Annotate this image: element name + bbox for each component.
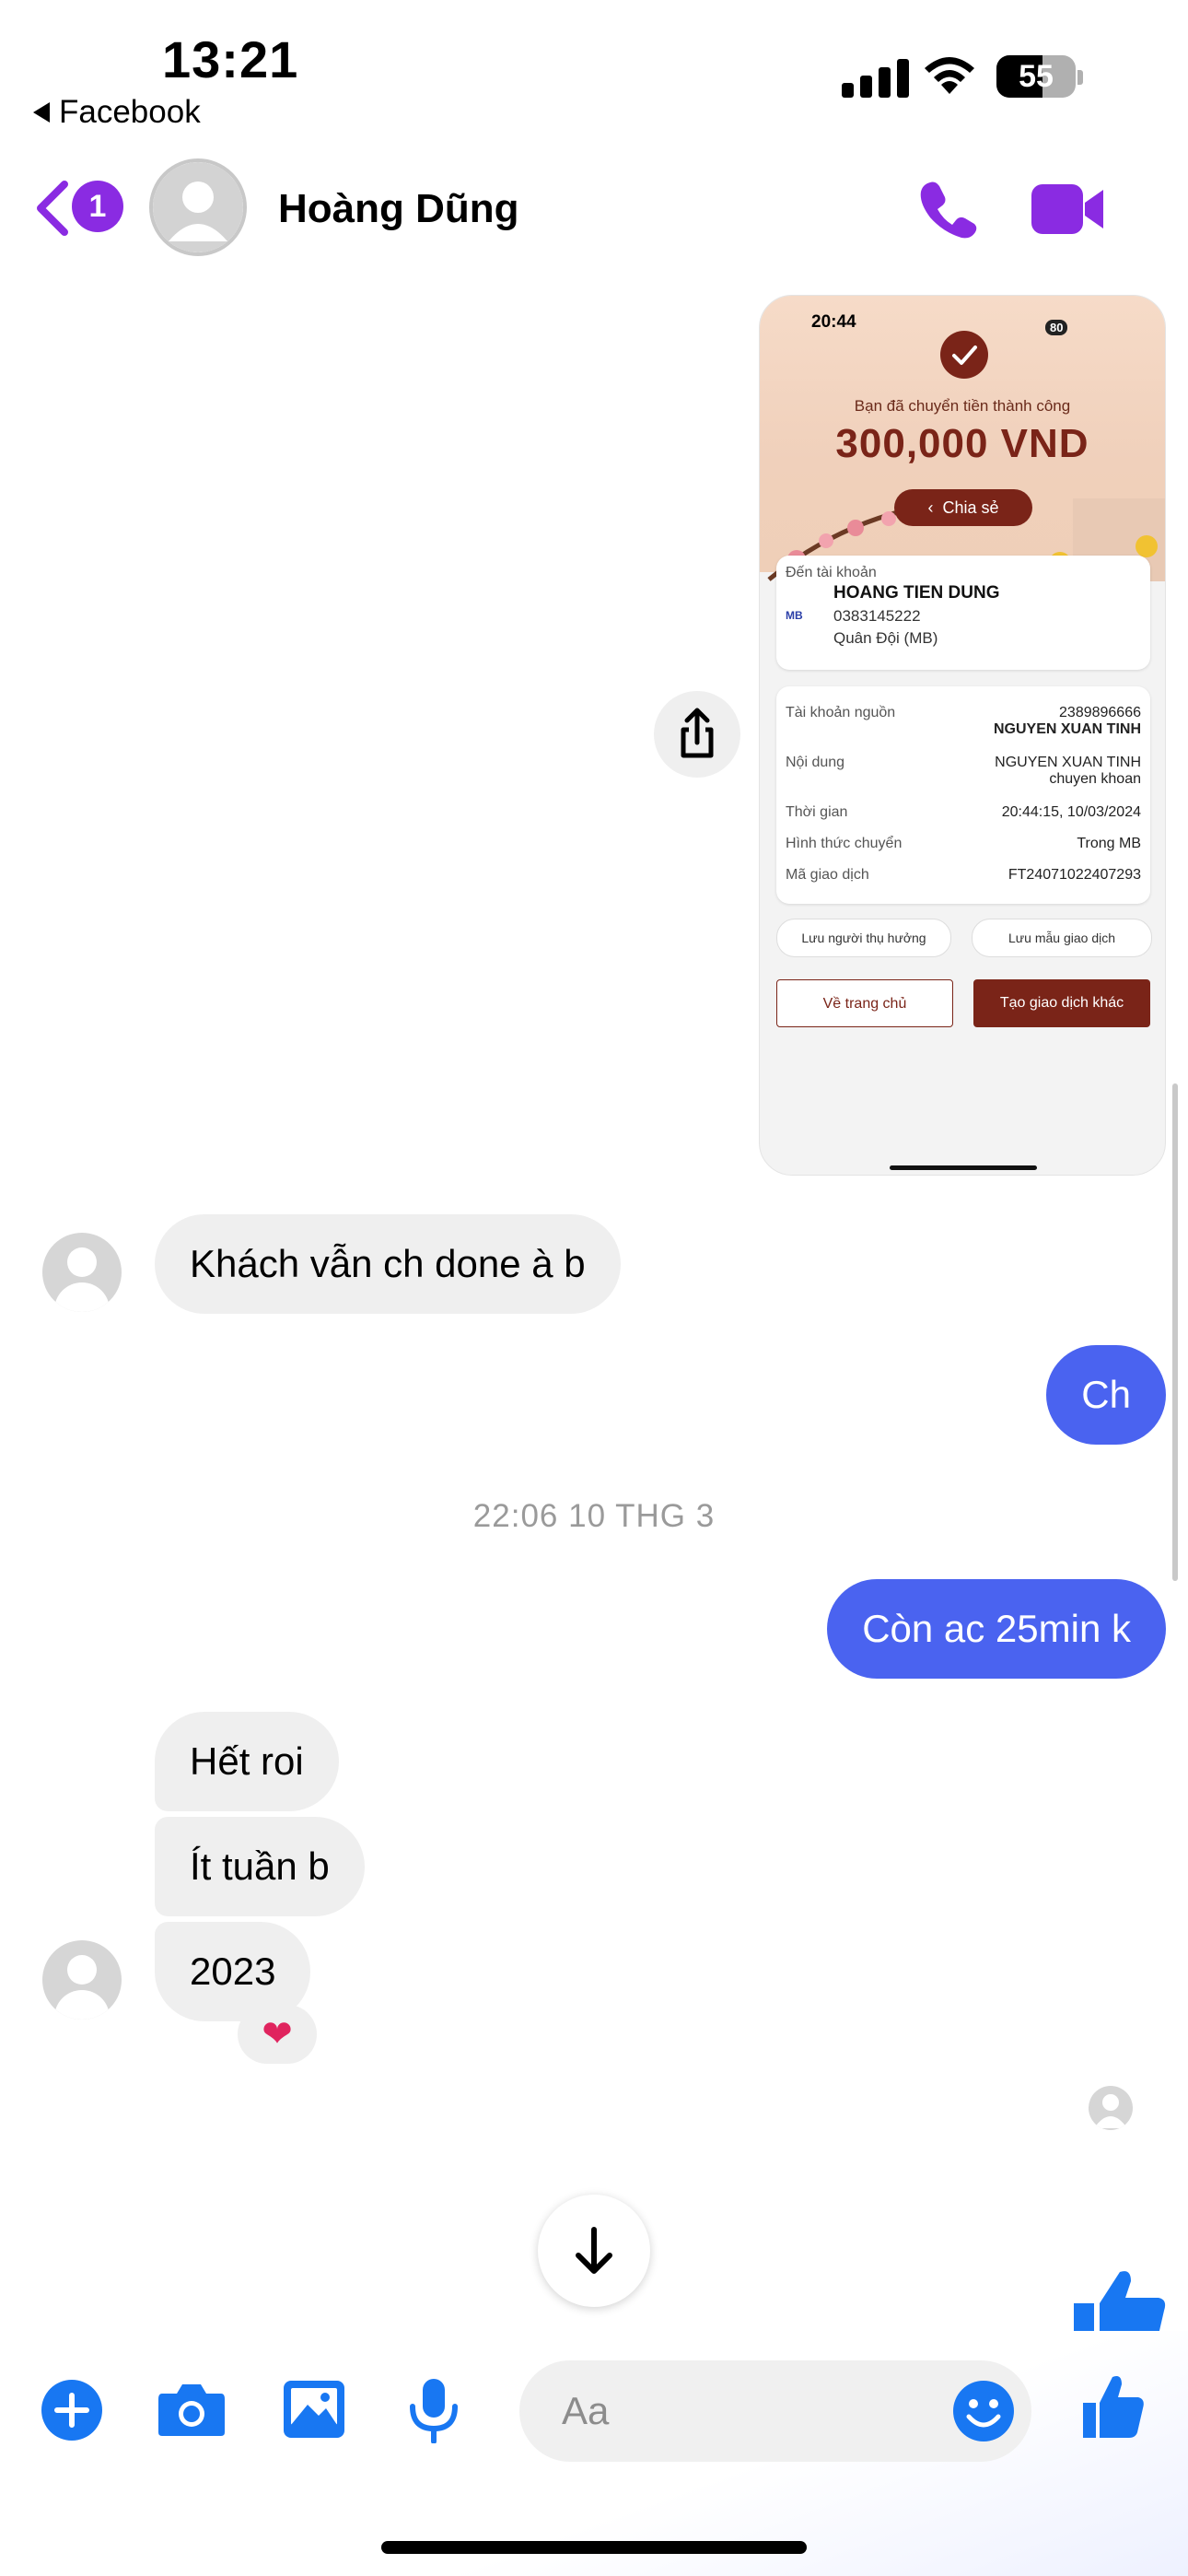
microphone-icon[interactable]	[407, 2377, 460, 2443]
share-icon	[681, 708, 714, 758]
contact-message-avatar[interactable]	[42, 1233, 122, 1312]
receipt-amount: 300,000 VND	[835, 421, 1089, 466]
floating-thumbs-up-icon	[1074, 2271, 1166, 2335]
detail-row: Hình thức chuyển Trong MB	[786, 836, 1141, 851]
receipt-time: 20:44	[811, 312, 856, 332]
mb-bank-logo: MB	[786, 609, 803, 622]
recipient-name: HOANG TIEN DUNG	[833, 583, 1000, 603]
heart-reaction-icon[interactable]: ❤	[238, 2005, 317, 2064]
recipient-account: 0383145222	[833, 607, 921, 625]
default-avatar-icon	[153, 162, 243, 252]
recipient-bank: Quân Đội (MB)	[833, 629, 938, 647]
shared-image-message[interactable]: 20:44 80 Bạn đã chuyển tiền thành công 3…	[759, 295, 1166, 1176]
back-chevron-icon[interactable]	[33, 181, 70, 236]
scroll-to-bottom-button[interactable]	[538, 2195, 650, 2307]
save-template-pill: Lưu mẫu giao dịch	[972, 919, 1152, 957]
contact-avatar[interactable]	[149, 158, 247, 256]
detail-row: Tài khoản nguồn 2389896666 NGUYEN XUAN TI…	[786, 705, 1141, 737]
transaction-details-card: Tài khoản nguồn 2389896666 NGUYEN XUAN TI…	[776, 686, 1150, 904]
detail-row: Nội dung NGUYEN XUAN TINH chuyen khoan	[786, 755, 1141, 787]
receipt-home-indicator	[890, 1165, 1037, 1170]
home-indicator	[381, 2541, 807, 2554]
share-image-button[interactable]	[654, 691, 740, 778]
wifi-icon	[925, 57, 974, 94]
gallery-icon[interactable]	[282, 2379, 346, 2440]
scrollbar[interactable]	[1172, 1083, 1178, 1581]
receipt-share-button: ‹ Chia sẻ	[894, 489, 1032, 526]
battery-cap	[1077, 70, 1083, 85]
outgoing-message-bubble[interactable]: Ch	[1046, 1345, 1166, 1445]
to-account-label: Đến tài khoản	[786, 565, 877, 580]
incoming-message-bubble[interactable]: Hết roi	[155, 1712, 339, 1811]
status-time: 13:21	[162, 30, 299, 88]
message-timestamp: 22:06 10 THG 3	[472, 1498, 716, 1534]
incoming-message-bubble[interactable]: Khách vẫn ch done à b	[155, 1214, 621, 1314]
success-check-icon	[940, 331, 988, 379]
new-transaction-button: Tạo giao dịch khác	[973, 979, 1150, 1027]
incoming-message-bubble[interactable]: Ít tuần b	[155, 1817, 365, 1916]
back-to-app-link[interactable]: Facebook	[33, 94, 201, 131]
thumbs-up-icon[interactable]	[1079, 2373, 1146, 2440]
detail-row: Mã giao dịch FT24071022407293	[786, 867, 1141, 883]
battery-level: 55	[1019, 59, 1054, 94]
detail-row: Thời gian 20:44:15, 10/03/2024	[786, 804, 1141, 820]
contact-message-avatar[interactable]	[42, 1940, 122, 2020]
seen-receipt-avatar	[1089, 2086, 1133, 2130]
contact-name[interactable]: Hoàng Dũng	[278, 186, 519, 232]
cellular-signal-icon	[842, 59, 909, 98]
video-call-icon[interactable]	[1030, 182, 1107, 236]
outgoing-message-bubble[interactable]: Còn ac 25min k	[827, 1579, 1166, 1679]
emoji-icon[interactable]	[952, 2380, 1015, 2442]
receipt-battery: 80	[1045, 320, 1068, 335]
back-app-label: Facebook	[59, 94, 201, 130]
save-recipient-pill: Lưu người thụ hưởng	[776, 919, 951, 957]
phone-call-icon[interactable]	[917, 177, 980, 240]
recipient-card: Đến tài khoản MB HOANG TIEN DUNG 0383145…	[776, 556, 1150, 670]
unread-count-badge[interactable]: 1	[72, 181, 123, 232]
receipt-title: Bạn đã chuyển tiền thành công	[854, 397, 1071, 415]
arrow-down-icon	[576, 2227, 612, 2274]
battery-icon: 55	[996, 55, 1076, 98]
camera-icon[interactable]	[157, 2381, 227, 2438]
back-triangle-icon	[33, 102, 50, 123]
plus-icon[interactable]	[41, 2379, 103, 2441]
home-button: Về trang chủ	[776, 979, 953, 1027]
